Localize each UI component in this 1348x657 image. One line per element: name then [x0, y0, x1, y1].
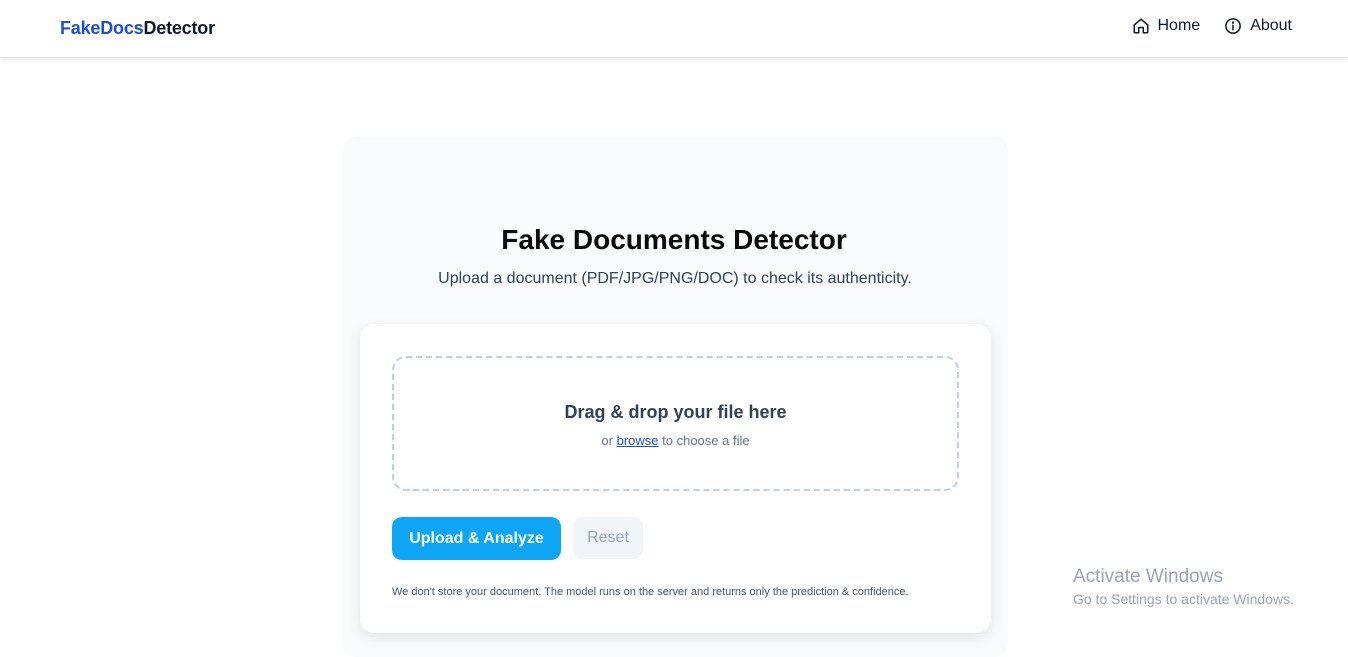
brand-name-part1: FakeDocs — [60, 18, 144, 38]
page-subtitle: Upload a document (PDF/JPG/PNG/DOC) to c… — [438, 270, 912, 287]
brand-name-part2: Detector — [143, 18, 215, 38]
dropzone-subtext: or browse to choose a file — [394, 433, 957, 448]
windows-activation-watermark: Activate Windows Go to Settings to activ… — [1073, 566, 1294, 609]
home-icon — [1132, 17, 1150, 35]
nav-home-link[interactable]: Home — [1132, 17, 1201, 35]
nav-about-link[interactable]: About — [1224, 17, 1292, 35]
page-title: Fake Documents Detector — [501, 224, 847, 255]
info-icon — [1224, 17, 1242, 35]
nav-home-label: Home — [1157, 17, 1201, 34]
upload-analyze-button[interactable]: Upload & Analyze — [392, 517, 561, 560]
watermark-title: Activate Windows — [1073, 566, 1223, 587]
nav-links: Home About — [1132, 17, 1292, 35]
upload-card: Drag & drop your file here or browse to … — [360, 324, 991, 633]
brand-logo[interactable]: FakeDocsDetector — [60, 18, 215, 39]
dropzone-title: Drag & drop your file here — [564, 402, 787, 422]
dropzone-suffix: to choose a file — [662, 433, 750, 448]
file-dropzone[interactable]: Drag & drop your file here or browse to … — [392, 356, 959, 491]
reset-button[interactable]: Reset — [573, 517, 643, 559]
nav-about-label: About — [1250, 17, 1292, 34]
privacy-disclaimer: We don't store your document. The model … — [392, 586, 909, 598]
browse-link[interactable]: browse — [617, 433, 659, 448]
dropzone-prefix: or — [601, 433, 613, 448]
top-navbar: FakeDocsDetector Home About — [0, 0, 1348, 58]
watermark-subtitle: Go to Settings to activate Windows. — [1073, 591, 1294, 607]
